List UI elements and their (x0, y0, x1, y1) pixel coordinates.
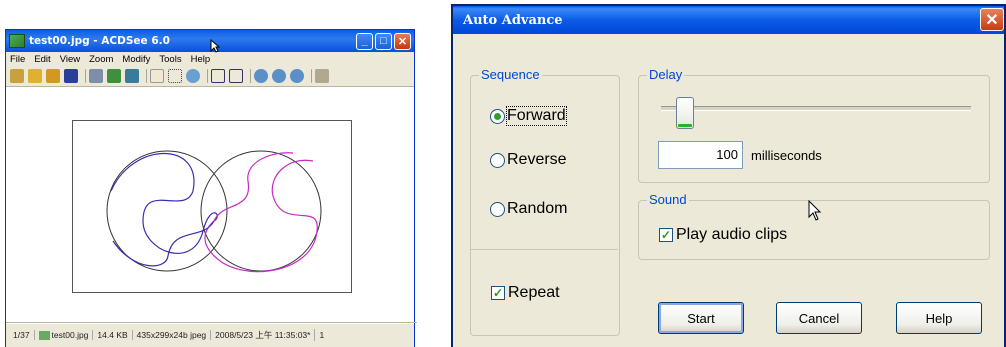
fit-window-icon[interactable] (211, 69, 225, 83)
delay-slider-thumb[interactable] (676, 97, 694, 129)
menu-edit[interactable]: Edit (34, 54, 50, 65)
blue-curve-2 (112, 220, 215, 267)
print-icon[interactable] (89, 69, 103, 83)
help-button[interactable]: Help (896, 302, 982, 334)
acdsee-window: test00.jpg - ACDSee 6.0 _ □ ✕ File Edit … (5, 29, 417, 347)
status-index: 1/37 (9, 330, 35, 340)
dialog-title: Auto Advance (463, 12, 563, 28)
status-dimensions: 435x299x24b jpeg (133, 330, 212, 340)
hand-icon[interactable] (150, 69, 164, 83)
image-frame (72, 120, 352, 293)
play-audio-label: Play audio clips (676, 226, 788, 243)
status-date: 2008/5/23 上午 11:35:03* (211, 329, 316, 341)
sequence-group-label: Sequence (479, 67, 542, 82)
status-filesize: 14.4 KB (93, 330, 133, 340)
radio-reverse-circle[interactable] (490, 152, 505, 168)
edit-icon[interactable] (46, 69, 60, 83)
zoom-icon[interactable] (186, 69, 200, 83)
play-audio-check-icon[interactable]: ✓ (659, 228, 673, 242)
status-filename-cell: test00.jpg (35, 329, 94, 341)
minimize-icon[interactable]: _ (356, 32, 373, 50)
toolbar-separator (311, 69, 312, 83)
zoom-in-icon[interactable] (254, 69, 268, 83)
play-audio-checkbox[interactable]: ✓ Play audio clips (659, 226, 787, 244)
radio-forward-label: Forward (506, 106, 567, 126)
mouse-pointer-icon (210, 39, 220, 53)
zoom-out-icon[interactable] (272, 69, 286, 83)
toolbar-separator (146, 69, 147, 83)
menu-modify[interactable]: Modify (122, 54, 150, 65)
delay-unit-label: milliseconds (751, 148, 822, 163)
acdsee-app-icon (9, 34, 25, 48)
slideshow-icon[interactable] (107, 69, 121, 83)
image-viewer[interactable] (6, 87, 414, 324)
status-zoom: 1 (319, 330, 325, 340)
menu-tools[interactable]: Tools (159, 54, 181, 65)
menu-zoom[interactable]: Zoom (89, 54, 113, 65)
start-button[interactable]: Start (658, 302, 744, 334)
delay-slider-track[interactable] (661, 106, 971, 111)
delay-input[interactable]: 100 (658, 141, 743, 169)
save-icon[interactable] (64, 69, 78, 83)
delay-group-label: Delay (647, 67, 685, 82)
browse-icon[interactable] (10, 69, 24, 83)
image-file-icon (38, 331, 50, 341)
radio-selected-dot (494, 112, 501, 120)
dialog-close-icon[interactable]: ✕ (980, 8, 1004, 31)
close-icon[interactable]: ✕ (394, 32, 411, 50)
full-screen-icon[interactable] (229, 69, 243, 83)
radio-random-label: Random (507, 200, 568, 217)
toolbar-separator (250, 69, 251, 83)
printer-icon[interactable] (315, 69, 329, 83)
select-icon[interactable] (168, 69, 182, 83)
toolbar-separator (85, 69, 86, 83)
mouse-pointer-icon (808, 200, 822, 221)
dialog-titlebar[interactable]: Auto Advance (453, 6, 1004, 34)
status-filename: test00.jpg (51, 329, 89, 340)
menu-file[interactable]: File (10, 54, 25, 65)
repeat-check-icon[interactable]: ✓ (491, 286, 505, 300)
radio-random-circle[interactable] (490, 201, 505, 217)
left-circle (106, 150, 228, 272)
acdsee-window-title: test00.jpg - ACDSee 6.0 (29, 35, 170, 47)
toolbar-separator (207, 69, 208, 83)
cancel-button[interactable]: Cancel (776, 302, 862, 334)
maximize-icon[interactable]: □ (375, 32, 392, 50)
zoom-menu-icon[interactable] (290, 69, 304, 83)
right-circle (200, 150, 322, 272)
acdsee-statusbar: 1/37 test00.jpg 14.4 KB 435x299x24b jpeg… (6, 322, 417, 347)
radio-random[interactable]: Random (490, 200, 567, 218)
magenta-curve (204, 159, 318, 273)
radio-forward-circle[interactable] (490, 108, 505, 124)
menu-view[interactable]: View (60, 54, 80, 65)
radio-reverse-label: Reverse (507, 151, 567, 168)
repeat-label: Repeat (508, 284, 560, 301)
sound-group-label: Sound (647, 192, 689, 207)
open-folder-icon[interactable] (28, 69, 42, 83)
wallpaper-icon[interactable] (125, 69, 139, 83)
yin-yang-drawing (106, 150, 322, 273)
acdsee-menubar: File Edit View Zoom Modify Tools Help (6, 52, 414, 66)
repeat-checkbox[interactable]: ✓ Repeat (491, 284, 560, 302)
acdsee-toolbar (6, 66, 414, 87)
menu-help[interactable]: Help (191, 54, 211, 65)
radio-reverse[interactable]: Reverse (490, 151, 567, 169)
radio-forward[interactable]: Forward (490, 106, 567, 126)
